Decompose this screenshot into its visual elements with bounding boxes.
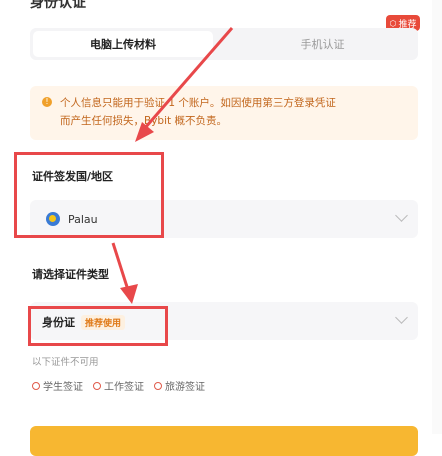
chevron-down-icon [395, 209, 408, 222]
unavailable-label: 以下证件不可用 [32, 357, 99, 368]
radio-icon [154, 381, 162, 390]
unavailable-item-label: 工作签证 [104, 382, 144, 393]
country-value: Palau [68, 212, 98, 226]
continue-button[interactable] [30, 426, 418, 456]
notice-banner: ! 个人信息只能用于验证 1 个账户。如因使用第三方登录凭证 而产生任何损失，B… [30, 86, 418, 140]
document-type-value: 身份证 [42, 316, 75, 329]
recommended-tag: 推荐使用 [81, 314, 126, 330]
tab-computer-upload[interactable]: 电脑上传材料 [33, 31, 213, 57]
radio-icon [32, 381, 40, 390]
unavailable-item: 工作签证 [93, 378, 144, 393]
country-label: 证件签发国/地区 [32, 170, 114, 183]
unavailable-item-label: 学生签证 [43, 382, 83, 393]
scrollbar[interactable] [432, 0, 442, 434]
unavailable-item-label: 旅游签证 [165, 382, 205, 393]
chevron-down-icon [395, 311, 408, 324]
palau-flag-icon [46, 212, 60, 226]
country-select[interactable]: Palau [30, 200, 418, 238]
hexagon-icon: ⬡ [389, 18, 397, 28]
annotation-arrow-head [120, 284, 138, 304]
tab-mobile-verification[interactable]: 手机认证 [230, 31, 415, 57]
page-title: 身份认证 [30, 0, 86, 11]
notice-line-2: 而产生任何损失，Bybit 概不负责。 [60, 115, 227, 127]
unavailable-list: 学生签证 工作签证 旅游签证 [32, 378, 205, 393]
notice-line-1: 个人信息只能用于验证 1 个账户。如因使用第三方登录凭证 [60, 97, 336, 109]
annotation-arrow-line [111, 242, 130, 291]
unavailable-item: 学生签证 [32, 378, 83, 393]
upload-method-tabs: 电脑上传材料 手机认证 [30, 28, 418, 60]
info-icon: ! [42, 97, 52, 107]
document-type-select[interactable]: 身份证 推荐使用 [30, 302, 418, 340]
unavailable-item: 旅游签证 [154, 378, 205, 393]
document-type-label: 请选择证件类型 [32, 268, 109, 281]
radio-icon [93, 381, 101, 390]
